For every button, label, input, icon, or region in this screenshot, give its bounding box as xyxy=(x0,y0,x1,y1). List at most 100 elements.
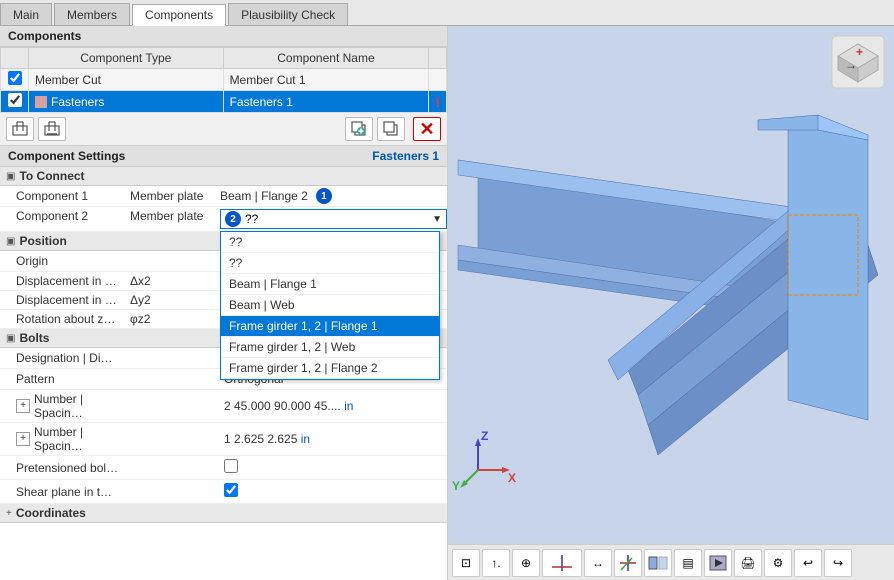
pretensioned-checkbox[interactable] xyxy=(224,459,238,473)
row2-check[interactable] xyxy=(1,91,29,113)
collapse-icon: ▣ xyxy=(6,171,15,182)
settings-content: ▣ To Connect Component 1 Member plate Be… xyxy=(0,167,447,580)
ns1-value: 2 45.000 90.000 45.... in xyxy=(220,398,447,414)
pretensioned-value xyxy=(220,458,447,477)
collapse-icon-position: ▣ xyxy=(6,236,15,247)
view-btn-home[interactable]: ⊡ xyxy=(452,549,480,577)
pattern-label: Pattern xyxy=(0,372,130,386)
components-table: Component Type Component Name Member Cut… xyxy=(0,47,447,113)
row1-warn xyxy=(429,69,447,91)
view-btn-mirror[interactable] xyxy=(644,549,672,577)
dropdown-option-2[interactable]: ?? xyxy=(221,253,439,274)
component1-row: Component 1 Member plate Beam | Flange 2… xyxy=(0,186,447,207)
view-btn-render[interactable] xyxy=(704,549,732,577)
origin-label: Origin xyxy=(0,254,130,268)
group-coordinates[interactable]: + Coordinates xyxy=(0,504,447,523)
col-type: Component Type xyxy=(29,48,224,69)
view-btn-axes[interactable] xyxy=(542,549,582,577)
copy-btn[interactable] xyxy=(377,117,405,141)
component1-label: Component 1 xyxy=(0,189,130,203)
shear-value xyxy=(220,482,447,501)
view-btn-zoom-fit[interactable]: ⊕ xyxy=(512,549,540,577)
type-color-dot xyxy=(35,96,47,108)
view-toolbar: ⊡ ↑. ⊕ ↔ ▤ 🖨 ⚙ ↩ ↪ xyxy=(448,544,894,580)
dropdown-option-5[interactable]: Frame girder 1, 2 | Flange 1 xyxy=(221,316,439,337)
dropdown-option-1[interactable]: ?? xyxy=(221,232,439,253)
dropdown-option-4[interactable]: Beam | Web xyxy=(221,295,439,316)
collapse-icon-coords: + xyxy=(6,508,12,519)
svg-text:X: X xyxy=(508,471,516,485)
tab-bar: Main Members Components Plausibility Che… xyxy=(0,0,894,26)
disp-x-sub: Δx2 xyxy=(130,274,220,288)
row1-type: Member Cut xyxy=(29,69,224,91)
row2-name: Fasteners 1 xyxy=(223,91,429,113)
components-toolbar: ✕ xyxy=(0,113,447,146)
number-spacing2-row: +Number | Spacin… 1 2.625 2.625 in xyxy=(0,423,447,456)
view-btn-orient[interactable]: ↑. xyxy=(482,549,510,577)
badge-2: 2 xyxy=(225,211,241,227)
expand-icon-2[interactable]: + xyxy=(16,432,30,446)
rot-z-label: Rotation about z… xyxy=(0,312,130,326)
dropdown-option-6[interactable]: Frame girder 1, 2 | Web xyxy=(221,337,439,358)
view-btn-settings[interactable]: ⚙ xyxy=(764,549,792,577)
viewport[interactable]: Z X Y xyxy=(448,26,894,544)
nav-cube[interactable]: + → xyxy=(830,34,886,90)
tab-members[interactable]: Members xyxy=(54,3,130,25)
disp-y-sub: Δy2 xyxy=(130,293,220,307)
settings-header: Component Settings Fasteners 1 xyxy=(0,146,447,167)
dropdown-option-3[interactable]: Beam | Flange 1 xyxy=(221,274,439,295)
group-label-bolts: Bolts xyxy=(19,331,49,345)
settings-title: Component Settings xyxy=(8,149,125,163)
view-btn-redo[interactable]: ↪ xyxy=(824,549,852,577)
component2-dropdown[interactable]: 2 ?? ▼ xyxy=(220,209,447,229)
row1-check[interactable] xyxy=(1,69,29,91)
component2-dropdown-container: 2 ?? ▼ ?? ?? Beam | Flange 1 Beam | Web … xyxy=(220,209,447,229)
duplicate-btn[interactable] xyxy=(345,117,373,141)
svg-text:Z: Z xyxy=(481,429,488,443)
component2-label: Component 2 xyxy=(0,209,130,223)
main-layout: Components Component Type Component Name… xyxy=(0,26,894,580)
table-row[interactable]: Member Cut Member Cut 1 xyxy=(1,69,447,91)
tab-main[interactable]: Main xyxy=(0,3,52,25)
remove-component-btn[interactable] xyxy=(38,117,66,141)
view-btn-display[interactable]: ▤ xyxy=(674,549,702,577)
component2-selected-value: ?? xyxy=(245,212,258,226)
row2-warn: ! xyxy=(429,91,447,113)
number-spacing1-row: +Number | Spacin… 2 45.000 90.000 45....… xyxy=(0,390,447,423)
dropdown-popup: ?? ?? Beam | Flange 1 Beam | Web Frame g… xyxy=(220,231,440,380)
tab-components[interactable]: Components xyxy=(132,4,226,26)
add-component-btn[interactable] xyxy=(6,117,34,141)
group-label-to-connect: To Connect xyxy=(19,169,84,183)
dropdown-option-7[interactable]: Frame girder 1, 2 | Flange 2 xyxy=(221,358,439,379)
view-btn-z-orient[interactable] xyxy=(614,549,642,577)
ns2-value: 1 2.625 2.625 in xyxy=(220,431,447,447)
component1-value: Beam | Flange 2 1 xyxy=(220,188,447,204)
component2-sub: Member plate xyxy=(130,209,220,223)
rot-z-sub: φz2 xyxy=(130,312,220,326)
pretensioned-row: Pretensioned bol… xyxy=(0,456,447,480)
view-btn-print[interactable]: 🖨 xyxy=(734,549,762,577)
component2-row: Component 2 Member plate 2 ?? ▼ ?? ?? Be… xyxy=(0,207,447,232)
pretensioned-label: Pretensioned bol… xyxy=(0,461,130,475)
shear-checkbox[interactable] xyxy=(224,483,238,497)
desig-label: Designation | Di… xyxy=(0,351,130,365)
view-btn-undo[interactable]: ↩ xyxy=(794,549,822,577)
badge-1: 1 xyxy=(316,188,332,204)
component1-text: Beam | Flange 2 xyxy=(220,189,308,203)
delete-btn[interactable]: ✕ xyxy=(413,117,441,141)
settings-component-name: Fasteners 1 xyxy=(372,149,439,163)
tab-plausibility[interactable]: Plausibility Check xyxy=(228,3,348,25)
table-row[interactable]: Fasteners Fasteners 1 ! xyxy=(1,91,447,113)
group-label-coordinates: Coordinates xyxy=(16,506,86,520)
row1-name: Member Cut 1 xyxy=(223,69,429,91)
svg-text:→: → xyxy=(845,58,857,72)
row2-type: Fasteners xyxy=(29,91,224,113)
svg-text:+: + xyxy=(856,45,863,59)
col-check xyxy=(1,48,29,69)
group-to-connect[interactable]: ▣ To Connect xyxy=(0,167,447,186)
svg-text:Y: Y xyxy=(452,479,460,493)
view-btn-rotate[interactable]: ↔ xyxy=(584,549,612,577)
shear-plane-row: Shear plane in t… xyxy=(0,480,447,504)
expand-icon-1[interactable]: + xyxy=(16,399,30,413)
col-name: Component Name xyxy=(223,48,429,69)
